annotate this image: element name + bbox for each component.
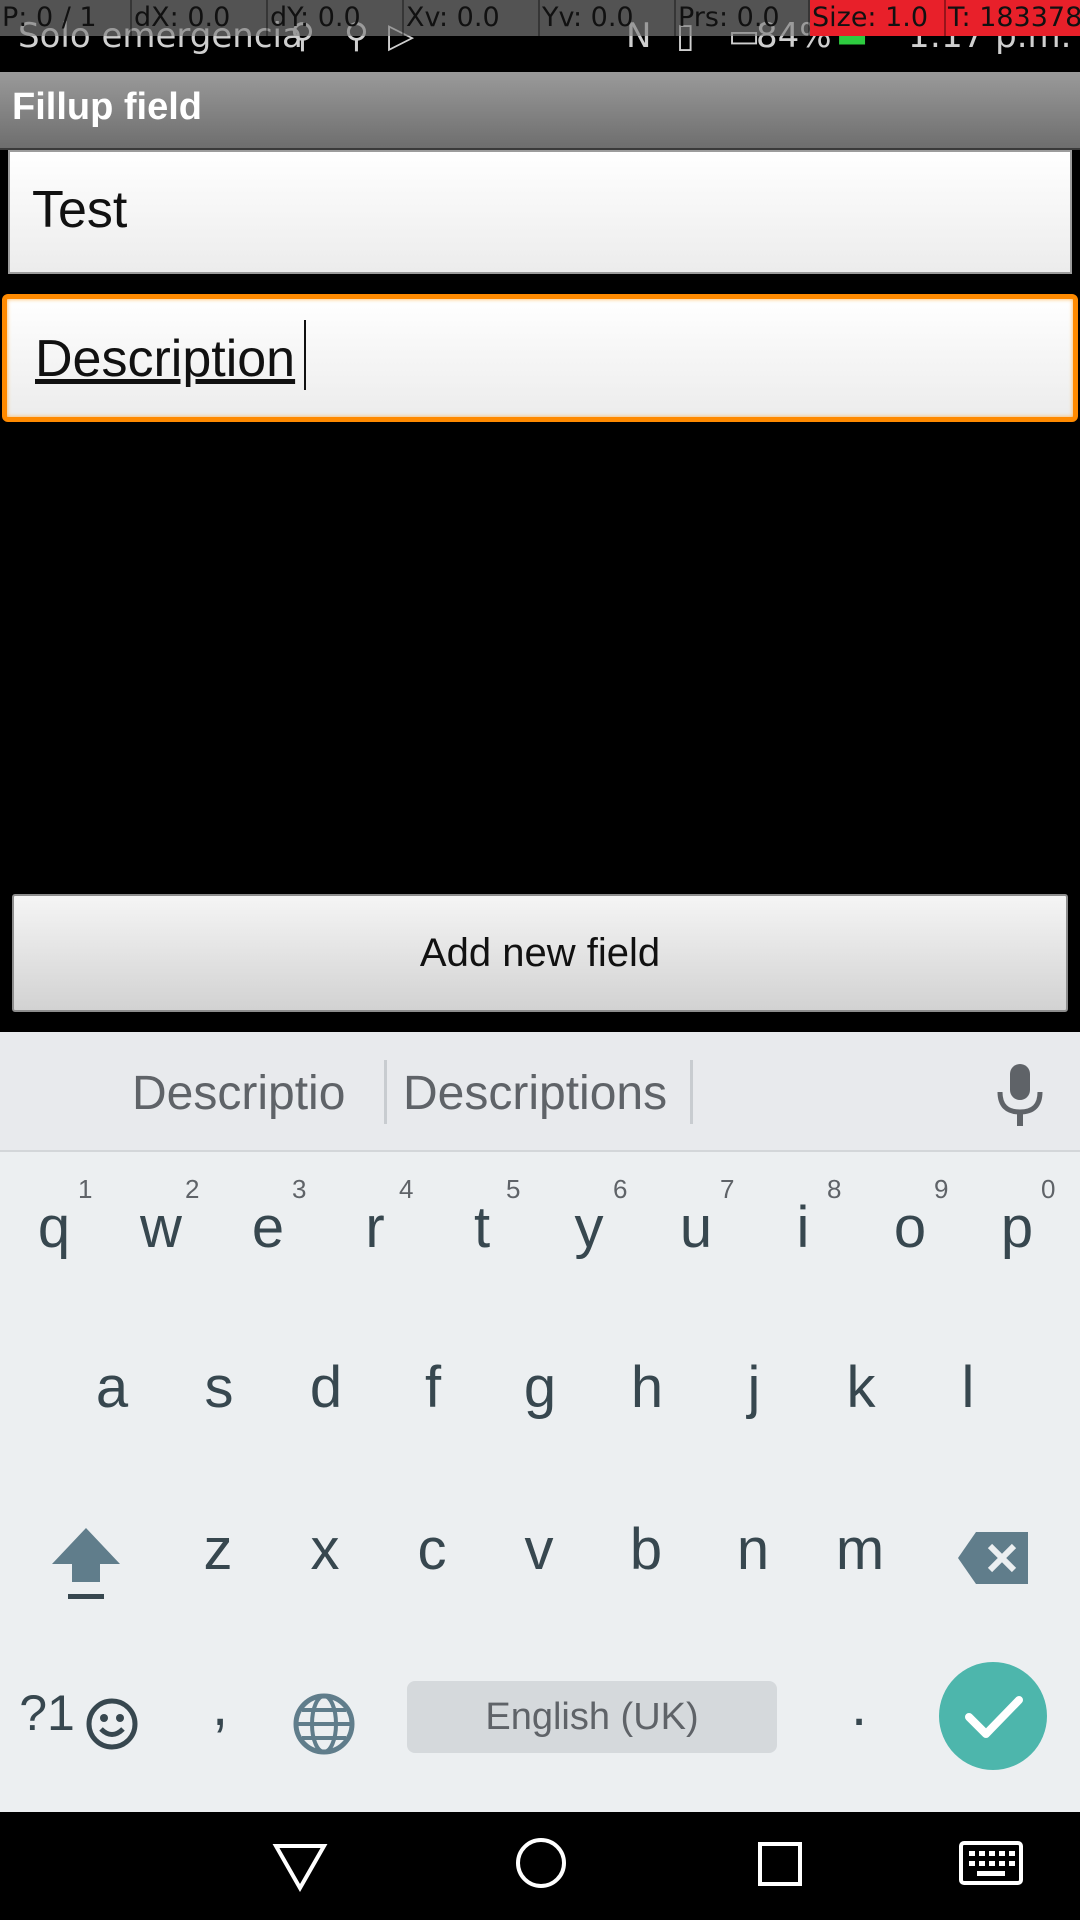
- key-d[interactable]: d: [272, 1354, 380, 1421]
- soft-keyboard: Descriptio Descriptions ?1 , English (UK…: [0, 1032, 1080, 1812]
- key-n[interactable]: n: [699, 1516, 807, 1583]
- key-h[interactable]: h: [593, 1354, 701, 1421]
- debug-pointer: P: 0 / 1: [0, 0, 132, 36]
- field-input-1[interactable]: Test: [8, 150, 1072, 274]
- key-hint-2: 2: [185, 1174, 200, 1204]
- symbols-key[interactable]: ?1: [12, 1684, 82, 1742]
- check-icon: [965, 1696, 1023, 1738]
- key-b[interactable]: b: [592, 1516, 700, 1583]
- suggestion-1[interactable]: Descriptio: [132, 1066, 345, 1121]
- suggestion-2[interactable]: Descriptions: [403, 1066, 667, 1121]
- backspace-icon[interactable]: [956, 1528, 1032, 1588]
- key-v[interactable]: v: [485, 1516, 593, 1583]
- debug-prs: Prs: 0.0: [676, 0, 810, 36]
- debug-size: Size: 1.0: [810, 0, 946, 36]
- field-1-value: Test: [32, 181, 128, 239]
- key-m[interactable]: m: [806, 1516, 914, 1583]
- title-bar: Fillup field: [0, 72, 1080, 150]
- shift-icon[interactable]: [48, 1524, 124, 1604]
- mic-icon[interactable]: [990, 1060, 1050, 1130]
- key-hint-3: 3: [292, 1174, 307, 1204]
- key-hint-0: 0: [1041, 1174, 1056, 1204]
- space-bar[interactable]: English (UK): [407, 1681, 777, 1753]
- field-2-value: Description: [35, 330, 296, 388]
- debug-yv: Yv: 0.0: [540, 0, 676, 36]
- add-new-field-button[interactable]: Add new field: [12, 894, 1068, 1012]
- comma-key[interactable]: ,: [166, 1672, 274, 1739]
- debug-xv: Xv: 0.0: [404, 0, 540, 36]
- key-l[interactable]: l: [914, 1354, 1022, 1421]
- key-z[interactable]: z: [164, 1516, 272, 1583]
- debug-dy: dY: 0.0: [268, 0, 404, 36]
- key-f[interactable]: f: [379, 1354, 487, 1421]
- home-icon[interactable]: [514, 1836, 568, 1890]
- key-j[interactable]: j: [700, 1354, 808, 1421]
- key-s[interactable]: s: [165, 1354, 273, 1421]
- text-cursor: [304, 320, 306, 390]
- emoji-icon[interactable]: [84, 1696, 140, 1752]
- key-hint-8: 8: [827, 1174, 842, 1204]
- key-hint-4: 4: [399, 1174, 414, 1204]
- key-hint-6: 6: [613, 1174, 628, 1204]
- key-hint-9: 9: [934, 1174, 949, 1204]
- key-a[interactable]: a: [58, 1354, 166, 1421]
- globe-icon[interactable]: [292, 1692, 356, 1756]
- pointer-debug-overlay: P: 0 / 1 dX: 0.0 dY: 0.0 Xv: 0.0 Yv: 0.0…: [0, 0, 1080, 36]
- field-input-2[interactable]: Description: [2, 294, 1078, 422]
- page-title: Fillup field: [12, 86, 202, 128]
- suggestion-divider: [690, 1060, 693, 1124]
- key-g[interactable]: g: [486, 1354, 594, 1421]
- key-x[interactable]: x: [271, 1516, 379, 1583]
- debug-dx: dX: 0.0: [132, 0, 268, 36]
- key-hint-1: 1: [78, 1174, 93, 1204]
- navigation-bar: [0, 1812, 1080, 1920]
- key-hint-7: 7: [720, 1174, 735, 1204]
- key-c[interactable]: c: [378, 1516, 486, 1583]
- key-k[interactable]: k: [807, 1354, 915, 1421]
- debug-time: T: 183378: [946, 0, 1080, 36]
- key-hint-5: 5: [506, 1174, 521, 1204]
- period-key[interactable]: .: [805, 1672, 913, 1739]
- suggestion-strip: Descriptio Descriptions: [0, 1032, 1080, 1152]
- done-key[interactable]: [939, 1662, 1047, 1770]
- suggestion-divider: [384, 1060, 387, 1124]
- recents-icon[interactable]: [756, 1840, 804, 1888]
- keyboard-icon[interactable]: [958, 1840, 1024, 1886]
- back-icon[interactable]: [272, 1840, 328, 1893]
